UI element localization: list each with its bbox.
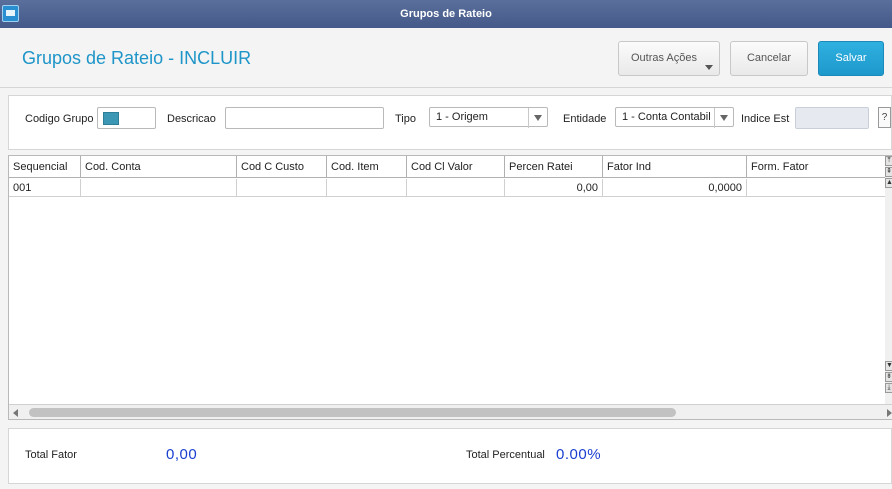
title-bar: Grupos de Rateio (0, 0, 892, 28)
scroll-right-icon[interactable] (887, 409, 892, 417)
descricao-input[interactable] (225, 107, 384, 129)
total-percentual-label: Total Percentual (466, 449, 545, 461)
cell-cod-c-custo[interactable] (237, 179, 327, 197)
page-header: Grupos de Rateio - INCLUIR Outras Ações … (0, 28, 892, 88)
color-swatch-icon (103, 112, 119, 125)
horizontal-scrollbar[interactable] (9, 404, 892, 419)
table-row[interactable]: 001 0,00 0,0000 (9, 179, 885, 197)
rateio-grid: Sequencial Cod. Conta Cod C Custo Cod. I… (8, 155, 892, 420)
scroll-page-down-icon[interactable]: ⇟ (885, 372, 892, 382)
column-header-sequencial[interactable]: Sequencial (9, 156, 81, 178)
cell-cod-conta[interactable] (81, 179, 237, 197)
column-header-cod-item[interactable]: Cod. Item (327, 156, 407, 178)
column-header-cod-conta[interactable]: Cod. Conta (81, 156, 237, 178)
column-header-percen-ratei[interactable]: Percen Ratei (505, 156, 603, 178)
scroll-bottom-icon[interactable]: ⤓ (885, 383, 892, 393)
column-header-form-fator[interactable]: Form. Fator (747, 156, 885, 178)
indice-est-input (795, 107, 869, 129)
vertical-scrollbar[interactable]: ⤒ ⇞ ▲ ▼ ⇟ ⤓ (885, 156, 892, 404)
scroll-left-icon[interactable] (13, 409, 18, 417)
total-percentual-value: 0.00% (556, 446, 602, 463)
cell-form-fator[interactable] (747, 179, 885, 197)
column-header-fator-ind[interactable]: Fator Ind (603, 156, 747, 178)
scroll-up-icon[interactable]: ▲ (885, 178, 892, 188)
codigo-grupo-input[interactable] (97, 107, 156, 129)
tipo-value: 1 - Origem (436, 111, 488, 123)
cell-percen-ratei[interactable]: 0,00 (505, 179, 603, 197)
cancel-button[interactable]: Cancelar (730, 41, 808, 76)
save-button[interactable]: Salvar (818, 41, 884, 76)
total-fator-label: Total Fator (25, 449, 77, 461)
cell-fator-ind[interactable]: 0,0000 (603, 179, 747, 197)
tipo-select[interactable]: 1 - Origem (429, 107, 548, 128)
codigo-grupo-label: Codigo Grupo (25, 113, 94, 125)
total-fator-value: 0,00 (166, 446, 198, 463)
cell-cod-cl-valor[interactable] (407, 179, 505, 197)
entidade-select[interactable]: 1 - Conta Contabil (615, 107, 734, 128)
tipo-label: Tipo (395, 113, 416, 125)
other-actions-button[interactable]: Outras Ações (618, 41, 720, 76)
chevron-down-icon (714, 108, 733, 128)
help-button[interactable]: ? (878, 107, 891, 128)
dialog-window: Grupos de Rateio Grupos de Rateio - INCL… (0, 0, 892, 489)
scroll-down-icon[interactable]: ▼ (885, 361, 892, 371)
entidade-label: Entidade (563, 113, 607, 125)
descricao-label: Descricao (167, 113, 216, 125)
column-header-cod-cl-valor[interactable]: Cod Cl Valor (407, 156, 505, 178)
entidade-value: 1 - Conta Contabil (622, 111, 711, 123)
cell-sequencial[interactable]: 001 (9, 179, 81, 197)
column-header-cod-c-custo[interactable]: Cod C Custo (237, 156, 327, 178)
indice-est-label: Indice Est (741, 113, 790, 125)
other-actions-label: Outras Ações (630, 52, 698, 64)
scroll-page-up-icon[interactable]: ⇞ (885, 167, 892, 177)
cell-cod-item[interactable] (327, 179, 407, 197)
scroll-top-icon[interactable]: ⤒ (885, 156, 892, 166)
chevron-down-icon (528, 108, 547, 128)
totals-panel: Total Fator 0,00 Total Percentual 0.00% (8, 428, 892, 484)
page-title: Grupos de Rateio - INCLUIR (22, 48, 252, 68)
horizontal-scroll-thumb[interactable] (29, 408, 676, 417)
form-panel: Codigo Grupo Descricao Tipo 1 - Origem E… (8, 95, 892, 150)
grid-header-row: Sequencial Cod. Conta Cod C Custo Cod. I… (9, 156, 885, 178)
chevron-down-icon (705, 65, 713, 70)
window-title: Grupos de Rateio (400, 8, 492, 20)
